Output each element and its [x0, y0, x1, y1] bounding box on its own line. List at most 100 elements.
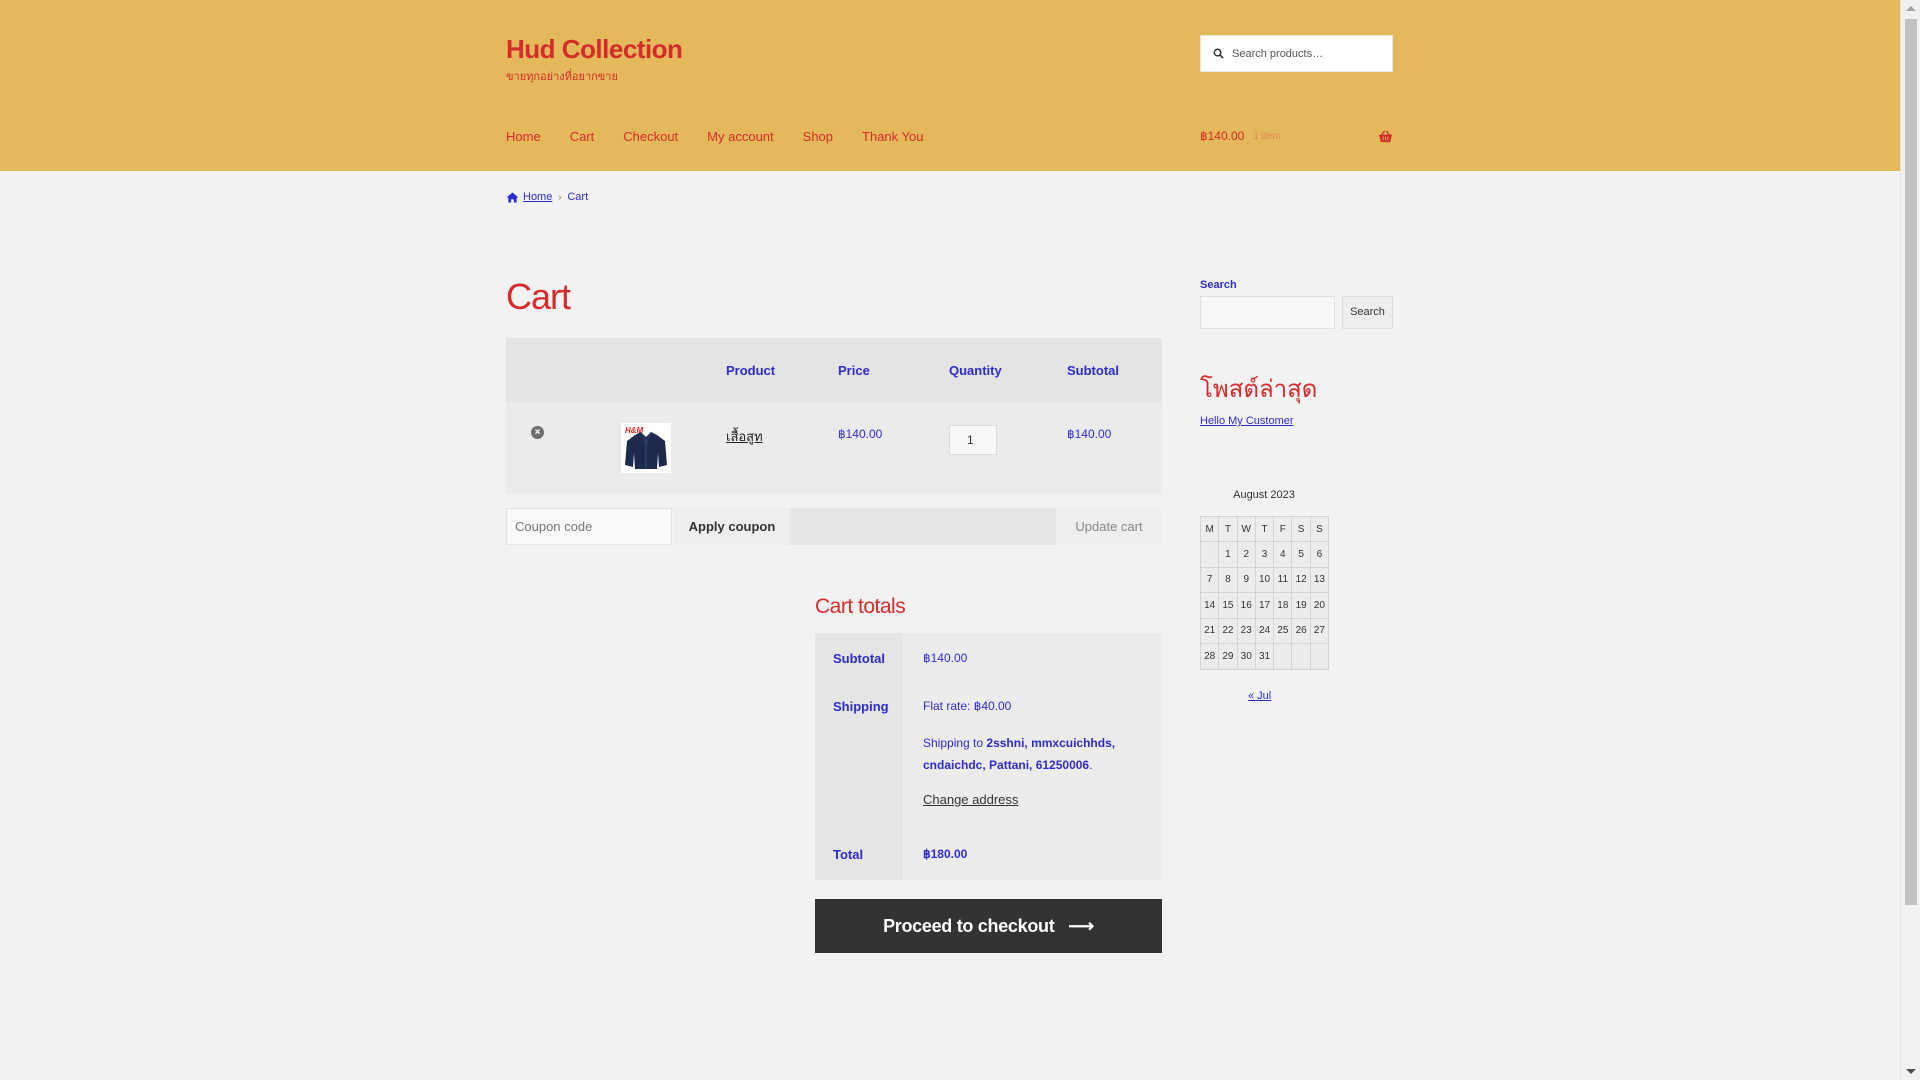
- breadcrumb-home-link[interactable]: Home: [523, 191, 552, 203]
- shipping-destination: Shipping to 2sshni, mmxcuichhds, cndaich…: [923, 736, 1116, 772]
- page-title: Cart: [506, 276, 571, 317]
- cart-totals-table: Subtotal ฿140.00 Shipping Flat rate: ฿40…: [815, 633, 1162, 880]
- change-address-link[interactable]: Change address: [923, 792, 1018, 807]
- calendar-empty-cell: [1309, 643, 1330, 670]
- calendar-day: 6: [1309, 541, 1330, 568]
- header-cart-link[interactable]: ฿140.00 1 item: [1200, 129, 1393, 143]
- calendar-empty-cell: [1199, 541, 1220, 568]
- header-cart-count: 1 item: [1253, 130, 1281, 142]
- calendar-day-header: S: [1291, 516, 1311, 542]
- totals-shipping-label: Shipping: [815, 681, 903, 831]
- product-search-input[interactable]: Search products…: [1200, 35, 1393, 72]
- calendar-day: 12: [1291, 566, 1311, 593]
- calendar-prev-month-link[interactable]: « Jul: [1248, 690, 1271, 702]
- col-product: Product: [726, 363, 776, 378]
- shipping-method: Flat rate: ฿40.00: [923, 699, 1162, 713]
- brand-logo: H&M: [625, 426, 644, 435]
- site-header: Hud Collection ขายทุกอย่างที่อยากขาย Sea…: [0, 0, 1900, 171]
- calendar-day-header: T: [1218, 516, 1238, 542]
- coupon-code-input[interactable]: Coupon code: [506, 508, 672, 545]
- shipping-to-prefix: Shipping to: [923, 736, 987, 750]
- calendar-day: 23: [1236, 617, 1256, 644]
- calendar-week: 28 29 30 31: [1199, 643, 1330, 670]
- calendar-day: 5: [1291, 541, 1311, 568]
- calendar-day-header: S: [1309, 516, 1330, 542]
- calendar-day: 28: [1199, 643, 1220, 670]
- scroll-thumb[interactable]: [1905, 19, 1917, 905]
- apply-coupon-button[interactable]: Apply coupon: [674, 508, 790, 545]
- totals-shipping-value: Flat rate: ฿40.00 Shipping to 2sshni, mm…: [903, 681, 1162, 831]
- item-subtotal: ฿140.00: [1067, 427, 1112, 441]
- page-scrollbar[interactable]: [1900, 0, 1920, 1080]
- calendar-day-header: M: [1199, 516, 1220, 542]
- sidebar-search-label: Search: [1200, 279, 1237, 291]
- col-subtotal: Subtotal: [1067, 363, 1119, 378]
- quantity-input[interactable]: 1: [949, 425, 997, 455]
- nav-cart[interactable]: Cart: [570, 129, 595, 144]
- calendar-empty-cell: [1291, 643, 1311, 670]
- product-thumbnail[interactable]: H&M: [621, 423, 671, 473]
- cart-item-row: × H&M เสื้อสูท ฿140.00 1 ฿140.00: [506, 402, 1162, 494]
- calendar-week: 14 15 16 17 18 19 20: [1199, 592, 1330, 619]
- item-price: ฿140.00: [838, 427, 883, 441]
- sidebar-search-button[interactable]: Search: [1342, 296, 1393, 329]
- search-icon: [1213, 48, 1224, 59]
- calendar-week: 21 22 23 24 25 26 27: [1199, 617, 1330, 644]
- calendar-day: 3: [1254, 541, 1275, 568]
- totals-subtotal-row: Subtotal ฿140.00: [815, 633, 1162, 681]
- home-icon: [506, 191, 519, 203]
- site-title[interactable]: Hud Collection: [506, 34, 683, 65]
- col-quantity: Quantity: [949, 363, 1002, 378]
- calendar: M T W T F S S 1 2 3 4 5 6 7 8 9 10 11 12 13 14 15 16 17 1…: [1199, 516, 1330, 670]
- search-placeholder: Search products…: [1232, 47, 1324, 60]
- calendar-day: 7: [1199, 566, 1220, 593]
- calendar-day-header: F: [1273, 516, 1293, 542]
- totals-total-value: ฿180.00: [903, 831, 1162, 880]
- breadcrumb: Home › Cart: [506, 191, 588, 203]
- calendar-day-header: T: [1254, 516, 1275, 542]
- recent-post-link[interactable]: Hello My Customer: [1200, 415, 1294, 427]
- totals-total-row: Total ฿180.00: [815, 831, 1162, 880]
- breadcrumb-separator-icon: ›: [558, 192, 562, 202]
- nav-my-account[interactable]: My account: [707, 129, 773, 144]
- shipping-method-prefix: Flat rate:: [923, 699, 974, 713]
- calendar-day: 15: [1218, 592, 1238, 619]
- scroll-up-arrow-icon[interactable]: [1906, 6, 1916, 11]
- nav-home[interactable]: Home: [506, 129, 541, 144]
- recent-posts-title: โพสต์ล่าสุด: [1200, 376, 1318, 403]
- totals-subtotal-value: ฿140.00: [903, 633, 1162, 681]
- calendar-day: 4: [1273, 541, 1293, 568]
- calendar-day: 10: [1254, 566, 1275, 593]
- calendar-day: 11: [1273, 566, 1293, 593]
- calendar-day: 29: [1218, 643, 1238, 670]
- totals-shipping-row: Shipping Flat rate: ฿40.00 Shipping to 2…: [815, 681, 1162, 831]
- breadcrumb-current: Cart: [567, 191, 589, 203]
- calendar-day: 17: [1254, 592, 1275, 619]
- calendar-week: 123456: [1199, 541, 1330, 568]
- shipping-method-amount: ฿40.00: [973, 699, 1012, 713]
- update-cart-button[interactable]: Update cart: [1056, 508, 1162, 545]
- calendar-day: 27: [1309, 617, 1330, 644]
- sidebar-search-input[interactable]: [1200, 296, 1335, 329]
- calendar-day: 9: [1236, 566, 1256, 593]
- calendar-day-header: W: [1236, 516, 1256, 542]
- calendar-day: 8: [1218, 566, 1238, 593]
- calendar-day: 24: [1254, 617, 1275, 644]
- nav-shop[interactable]: Shop: [803, 129, 833, 144]
- calendar-day: 19: [1291, 592, 1311, 619]
- primary-navigation: Home Cart Checkout My account Shop Thank…: [506, 129, 952, 144]
- remove-item-icon[interactable]: ×: [531, 426, 544, 439]
- totals-subtotal-label: Subtotal: [815, 633, 903, 681]
- product-name-link[interactable]: เสื้อสูท: [726, 426, 763, 447]
- proceed-to-checkout-button[interactable]: Proceed to checkout ⟶: [815, 899, 1162, 953]
- scroll-down-arrow-icon[interactable]: [1906, 1069, 1916, 1074]
- cart-totals-title: Cart totals: [815, 595, 906, 618]
- nav-thank-you[interactable]: Thank You: [862, 129, 923, 144]
- site-tagline: ขายทุกอย่างที่อยากขาย: [506, 71, 618, 83]
- totals-total-label: Total: [815, 831, 903, 880]
- calendar-day: 2: [1236, 541, 1256, 568]
- calendar-day-headers: M T W T F S S: [1199, 516, 1330, 542]
- nav-checkout[interactable]: Checkout: [623, 129, 678, 144]
- calendar-day: 1: [1218, 541, 1238, 568]
- calendar-day: 25: [1273, 617, 1293, 644]
